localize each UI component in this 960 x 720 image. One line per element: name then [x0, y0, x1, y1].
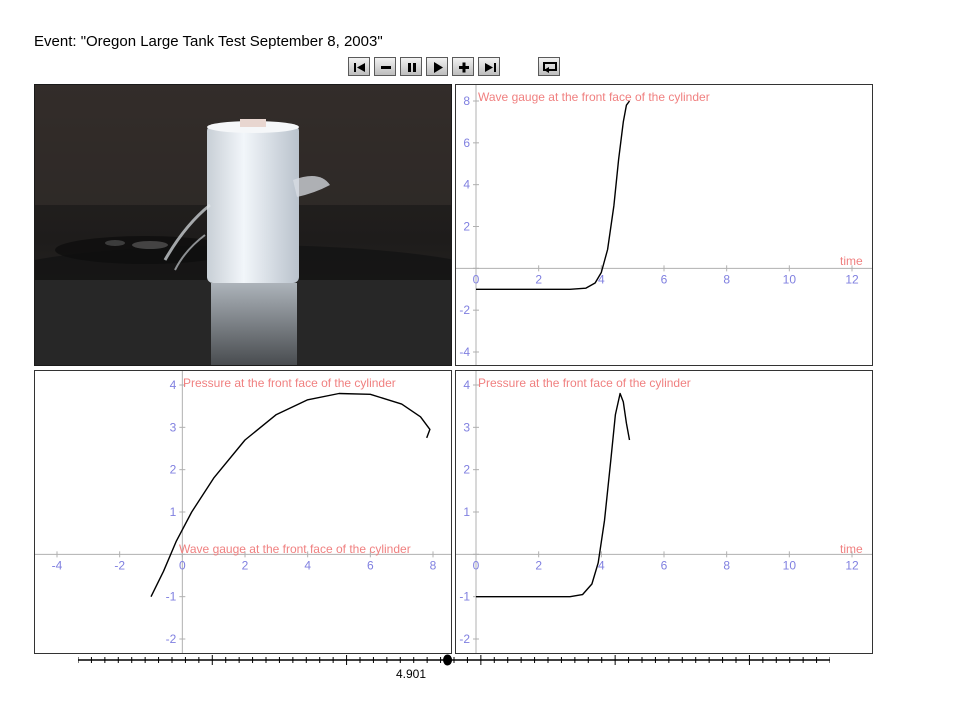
pause-icon: [408, 63, 416, 72]
y-tick-label: 2: [463, 463, 470, 477]
plus-icon: [459, 62, 469, 73]
y-tick-label: 8: [463, 94, 470, 108]
skip-end-icon: [485, 63, 496, 72]
y-tick-label: -1: [459, 590, 470, 604]
x-tick-label: 4: [304, 558, 311, 572]
x-tick-label: 0: [179, 558, 186, 572]
x-tick-label: 10: [783, 558, 797, 572]
x-tick-label: 12: [845, 272, 859, 286]
loop-button[interactable]: [538, 57, 560, 76]
y-tick-label: -2: [459, 632, 470, 646]
wave-gauge-time-chart: 0 2 4 6 8 10 12 -4 -2 2 4 6 8 Wave gauge at the front…: [455, 84, 873, 366]
x-tick-label: 0: [473, 558, 480, 572]
y-tick-label: 1: [170, 505, 177, 519]
y-tick-label: 4: [463, 178, 470, 192]
x-tick-label: 8: [723, 558, 730, 572]
x-tick-label: 2: [535, 272, 542, 286]
x-tick-label: 2: [242, 558, 249, 572]
x-tick-label: 8: [430, 558, 437, 572]
x-tick-label: 4: [598, 272, 605, 286]
x-tick-label: 12: [845, 558, 859, 572]
y-tick-label: -2: [459, 303, 470, 317]
y-tick-label: 6: [463, 136, 470, 150]
y-tick-label: -4: [459, 345, 470, 359]
y-tick-label: 3: [463, 420, 470, 434]
step-back-button[interactable]: [374, 57, 396, 76]
y-tick-label: 3: [170, 420, 177, 434]
series-line: [476, 392, 631, 598]
y-tick-label: 4: [463, 378, 470, 392]
play-button[interactable]: [426, 57, 448, 76]
loop-icon: [543, 62, 557, 73]
x-tick-label: 2: [535, 558, 542, 572]
skip-start-icon: [354, 63, 365, 72]
skip-to-start-button[interactable]: [348, 57, 370, 76]
y-tick-label: 2: [170, 463, 177, 477]
series-line: [150, 392, 431, 598]
slider-handle[interactable]: [443, 654, 453, 666]
x-tick-label: -2: [114, 558, 125, 572]
x-axis-label: time: [840, 542, 863, 556]
play-icon: [434, 62, 443, 73]
x-tick-label: 6: [661, 272, 668, 286]
chart-title: Wave gauge at the front face of the cyli…: [478, 90, 710, 104]
y-tick-label: 4: [170, 378, 177, 392]
time-readout: 4.901: [396, 667, 427, 681]
x-axis-label: time: [840, 254, 863, 268]
chart-title: Pressure at the front face of the cylind…: [478, 376, 691, 390]
y-tick-label: 2: [463, 220, 470, 234]
event-title: Event: "Oregon Large Tank Test September…: [34, 33, 383, 50]
x-tick-label: 10: [783, 272, 797, 286]
x-tick-label: 8: [723, 272, 730, 286]
pause-button[interactable]: [400, 57, 422, 76]
x-axis-label: Wave gauge at the front face of the cyli…: [179, 542, 411, 556]
x-tick-label: 6: [661, 558, 668, 572]
video-frame-image: [35, 85, 451, 365]
chart-title: Pressure at the front face of the cylind…: [183, 376, 396, 390]
series-line: [476, 100, 631, 291]
x-tick-label: -4: [52, 558, 63, 572]
pressure-vs-wave-chart: -4 -2 0 2 4 6 8 -2 -1 1 2 3 4 Pressure at the front f…: [34, 370, 452, 654]
video-frame[interactable]: [34, 84, 452, 366]
time-slider[interactable]: [77, 652, 831, 692]
y-tick-label: -1: [166, 590, 177, 604]
x-tick-label: 0: [473, 272, 480, 286]
step-forward-button[interactable]: [452, 57, 474, 76]
x-tick-label: 6: [367, 558, 374, 572]
y-tick-label: 1: [463, 505, 470, 519]
pressure-time-chart: 0 2 4 6 8 10 12 -2 -1 1 2 3 4 Pressure at the front f…: [455, 370, 873, 654]
y-tick-label: -2: [166, 632, 177, 646]
minus-icon: [381, 66, 391, 69]
skip-to-end-button[interactable]: [478, 57, 500, 76]
